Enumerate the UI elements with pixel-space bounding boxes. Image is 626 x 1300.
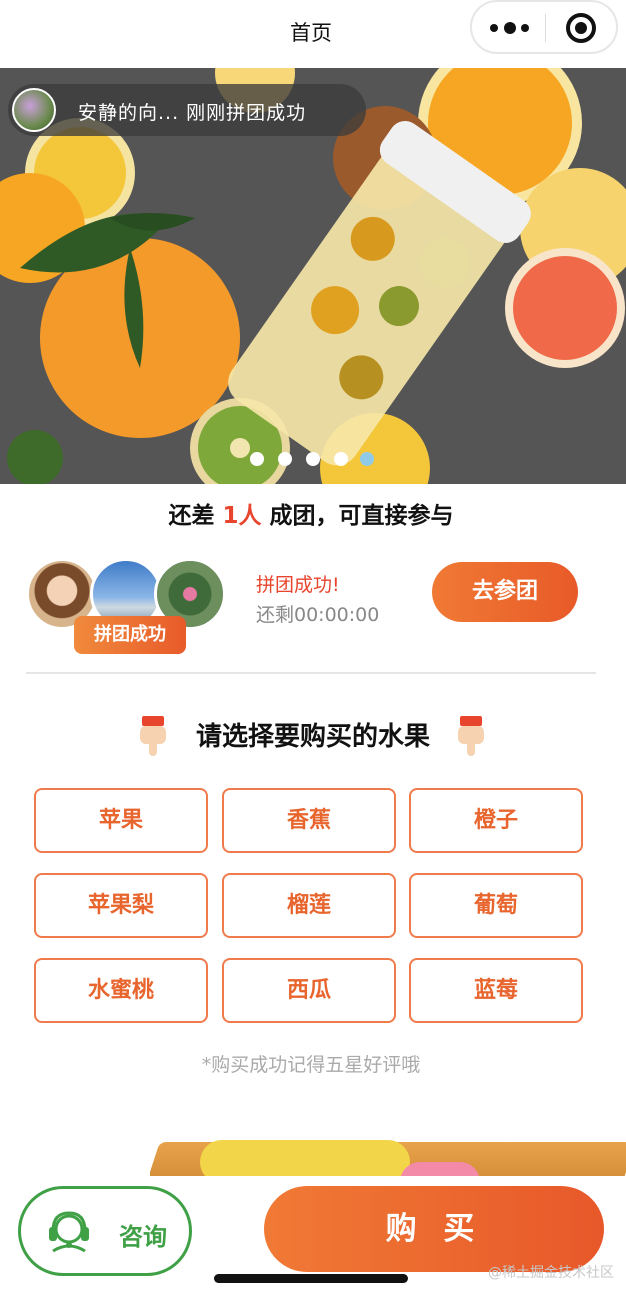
group-remaining-count: 1人 [222,503,262,529]
review-reminder-note: *购买成功记得五星好评哦 [201,1054,421,1076]
group-countdown: 还剩00:00:00 [256,604,380,626]
group-status-title: 拼团成功! [256,574,340,596]
fruit-option[interactable]: 葡萄 [409,873,583,938]
group-suffix: 成团，可直接参与 [261,503,454,529]
fruit-option[interactable]: 西瓜 [222,958,396,1023]
pointing-hand-icon [456,716,486,756]
navigation-bar: 首页 [0,0,626,68]
fruit-option[interactable]: 苹果 [34,788,208,853]
close-mini-program-icon[interactable] [566,13,596,43]
mini-program-capsule [470,0,618,54]
fruit-option[interactable]: 香蕉 [222,788,396,853]
group-success-badge: 拼团成功 [74,616,186,654]
capsule-divider [545,14,546,42]
group-success-toast: 安静的向... 刚刚拼团成功 [8,84,366,136]
join-group-button[interactable]: 去参团 [432,562,578,622]
fruit-option[interactable]: 橙子 [409,788,583,853]
fruit-option[interactable]: 水蜜桃 [34,958,208,1023]
buy-button[interactable]: 购 买 [264,1186,604,1272]
home-indicator [214,1274,408,1283]
carousel-dot-active[interactable] [360,452,374,466]
consult-label: 咨询 [119,1223,167,1251]
more-options-icon[interactable] [490,16,530,40]
group-prefix: 还差 [168,503,223,529]
product-banner-carousel[interactable]: 安静的向... 刚刚拼团成功 [0,68,626,484]
carousel-indicator [250,452,380,468]
fruit-option[interactable]: 蓝莓 [409,958,583,1023]
carousel-dot[interactable] [278,452,292,466]
fruit-option[interactable]: 苹果梨 [34,873,208,938]
carousel-dot[interactable] [250,452,264,466]
watermark: @稀土掘金技术社区 [488,1265,614,1281]
customer-service-icon [49,1211,89,1253]
group-remaining-text: 还差 1人 成团，可直接参与 [0,496,622,530]
carousel-dot[interactable] [334,452,348,466]
toast-text: 安静的向... 刚刚拼团成功 [78,102,307,124]
fruit-section-title: 请选择要购买的水果 [195,722,430,752]
fruit-option[interactable]: 榴莲 [222,873,396,938]
group-members: 拼团成功 [26,558,236,658]
consult-button[interactable]: 咨询 [18,1186,192,1276]
carousel-dot[interactable] [306,452,320,466]
section-divider [26,672,596,674]
toast-avatar [12,88,56,132]
bottom-action-bar: 咨询 购 买 @稀土掘金技术社区 [0,1176,626,1300]
